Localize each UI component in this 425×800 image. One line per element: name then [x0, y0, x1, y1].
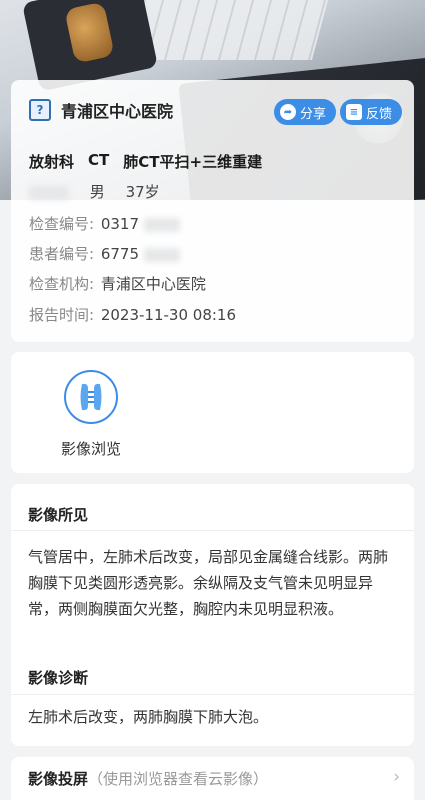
exam-department: 放射科: [29, 153, 75, 171]
exam-item: 肺CT平扫+三维重建: [123, 153, 263, 171]
institution-row: 检查机构: 青浦区中心医院: [29, 273, 206, 294]
institution-label: 检查机构:: [29, 275, 95, 293]
image-viewer-card: 影像浏览: [11, 352, 414, 473]
projection-title: 影像投屏: [28, 770, 89, 788]
redacted-patient-name: [29, 185, 69, 200]
projection-title-wrap: 影像投屏（使用浏览器查看云影像）: [28, 768, 268, 789]
report-content-card: 影像所见 气管居中，左肺术后改变，局部见金属缝合线影。两肺胸膜下见类圆形透亮影。…: [11, 484, 414, 746]
share-icon: ➦: [280, 104, 296, 120]
diagnosis-title: 影像诊断: [28, 669, 89, 687]
hero-phone-graphic: [21, 0, 159, 92]
redacted-exam-number: [143, 217, 180, 232]
patient-age: 37岁: [125, 183, 160, 201]
image-viewer-icon: [64, 370, 118, 424]
feedback-icon: ≡: [346, 104, 362, 120]
findings-divider: [11, 530, 414, 531]
report-time-row: 报告时间: 2023-11-30 08:16: [29, 304, 236, 325]
chevron-right-icon: ›: [393, 767, 400, 787]
report-time-label: 报告时间:: [29, 306, 95, 324]
hospital-logo-icon: ?: [29, 99, 51, 121]
diagnosis-divider: [11, 694, 414, 695]
share-button[interactable]: ➦ 分享: [274, 99, 337, 125]
share-label: 分享: [300, 106, 327, 122]
patient-number-label: 患者编号:: [29, 245, 95, 263]
image-viewer-label: 影像浏览: [60, 440, 121, 458]
diagnosis-text: 左肺术后改变，两肺胸膜下肺大泡。: [28, 708, 269, 726]
exam-modality: CT: [88, 151, 110, 169]
patient-gender: 男: [89, 183, 105, 201]
patient-number-value: 6775: [100, 245, 140, 263]
report-header-card: ? 青浦区中心医院 ➦ 分享 ≡ 反馈 放射科 CT 肺CT平扫+三维重建 男 …: [11, 80, 414, 342]
patient-number-row: 患者编号: 6775: [29, 243, 180, 264]
exam-number-label: 检查编号:: [29, 215, 95, 233]
projection-subtitle: （使用浏览器查看云影像）: [88, 770, 269, 788]
institution-value: 青浦区中心医院: [100, 275, 206, 293]
findings-title: 影像所见: [28, 506, 89, 524]
findings-text: 气管居中，左肺术后改变，局部见金属缝合线影。两肺胸膜下见类圆形透亮影。余纵隔及支…: [28, 548, 389, 618]
feedback-button[interactable]: ≡ 反馈: [340, 99, 403, 125]
report-time-value: 2023-11-30 08:16: [100, 306, 237, 324]
hospital-row: ? 青浦区中心医院: [29, 98, 173, 122]
hospital-name: 青浦区中心医院: [61, 102, 174, 121]
redacted-patient-number: [143, 247, 180, 262]
feedback-label: 反馈: [366, 106, 393, 122]
report-page: ? 青浦区中心医院 ➦ 分享 ≡ 反馈 放射科 CT 肺CT平扫+三维重建 男 …: [0, 0, 425, 800]
patient-basic-row: 男 37岁: [29, 181, 174, 202]
exam-title: 放射科 CT 肺CT平扫+三维重建: [29, 151, 262, 172]
image-projection-row[interactable]: 影像投屏（使用浏览器查看云影像） ›: [11, 757, 414, 800]
exam-number-value: 0317: [100, 215, 140, 233]
image-viewer-button[interactable]: 影像浏览: [51, 370, 131, 459]
exam-number-row: 检查编号: 0317: [29, 213, 180, 234]
